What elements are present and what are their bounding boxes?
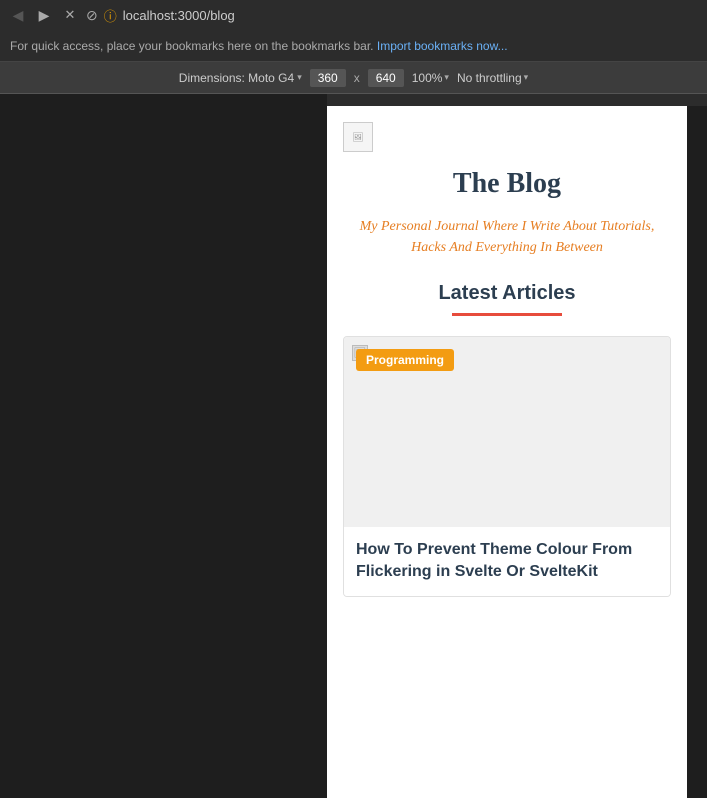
device-selector[interactable]: Dimensions: Moto G4 ▾	[179, 71, 302, 85]
address-bar[interactable]: ⊘ ⓘ localhost:3000/blog	[86, 6, 699, 25]
article-badge: Programming	[356, 349, 454, 371]
throttling-text: No throttling	[457, 71, 522, 85]
article-image-wrapper: 🖼 Programming	[344, 337, 670, 527]
height-input[interactable]	[368, 69, 404, 87]
article-card[interactable]: 🖼 Programming How To Prevent Theme Colou…	[343, 336, 671, 597]
blog-content: 🖼 The Blog My Personal Journal Where I W…	[327, 106, 687, 613]
article-body: How To Prevent Theme Colour From Flicker…	[344, 527, 670, 596]
device-toolbar: Dimensions: Moto G4 ▾ x 100% ▾ No thrott…	[0, 62, 707, 94]
logo-broken-icon: 🖼	[352, 132, 363, 143]
forward-button[interactable]: ▶	[34, 5, 54, 25]
bookmark-icon: ⊘	[86, 7, 98, 24]
throttling-selector[interactable]: No throttling ▾	[457, 71, 528, 85]
section-underline	[452, 313, 562, 316]
security-icon: ⓘ	[104, 6, 117, 25]
section-title: Latest Articles	[343, 282, 671, 305]
url-text: localhost:3000/blog	[123, 8, 235, 23]
ruler-left	[0, 94, 327, 106]
blog-logo: 🖼	[343, 122, 373, 152]
viewport-wrapper: 🖼 The Blog My Personal Journal Where I W…	[327, 106, 707, 798]
throttle-chevron-icon: ▾	[524, 72, 529, 83]
left-dark-panel	[0, 106, 327, 798]
zoom-text: 100%	[412, 71, 443, 85]
ruler-right	[327, 94, 707, 106]
browser-top-bar: ◀ ▶ ✕ ⊘ ⓘ localhost:3000/blog	[0, 0, 707, 30]
blog-tagline: My Personal Journal Where I Write About …	[343, 216, 671, 258]
device-label-text: Dimensions: Moto G4	[179, 71, 294, 85]
ruler	[0, 94, 707, 106]
bookmarks-text: For quick access, place your bookmarks h…	[10, 39, 374, 53]
dimension-separator: x	[354, 71, 360, 85]
bookmarks-bar: For quick access, place your bookmarks h…	[0, 30, 707, 62]
device-chevron-icon: ▾	[297, 72, 302, 83]
zoom-selector[interactable]: 100% ▾	[412, 71, 449, 85]
zoom-chevron-icon: ▾	[444, 72, 449, 83]
blog-title: The Blog	[343, 168, 671, 200]
browser-viewport: 🖼 The Blog My Personal Journal Where I W…	[327, 106, 687, 798]
width-input[interactable]	[310, 69, 346, 87]
close-button[interactable]: ✕	[60, 5, 80, 25]
import-bookmarks-link[interactable]: Import bookmarks now...	[377, 39, 508, 53]
article-title: How To Prevent Theme Colour From Flicker…	[356, 539, 658, 584]
back-button[interactable]: ◀	[8, 5, 28, 25]
main-area: 🖼 The Blog My Personal Journal Where I W…	[0, 106, 707, 798]
